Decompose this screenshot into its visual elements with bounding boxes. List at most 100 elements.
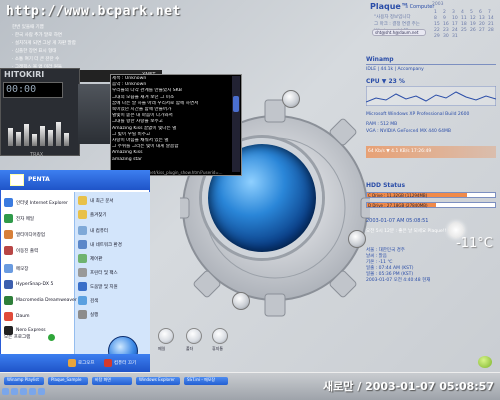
weather-info: 서울 : 대한민국 경주 날씨 : 맑음 기온 : -11 ℃ 일출 : 07:…	[366, 248, 430, 284]
lyrics-text: 제목 : Unknown 음악 : Unknown 우리들의 다각 관계를 만들…	[112, 76, 232, 174]
calendar-day: 7	[488, 10, 491, 15]
calendar-day: 23	[443, 28, 449, 33]
network-info: 64 Kb/s ▼ 4.1 KB/s 17:26:49	[368, 149, 432, 154]
menu-item-dreamweaver[interactable]: Macromedia Dreamweaver MX	[4, 296, 85, 305]
menu-item-notepad[interactable]: 메모장	[4, 264, 28, 273]
calendar-day: 10	[452, 16, 458, 21]
calendar-day: 9	[443, 16, 446, 21]
menu-item-media[interactable]: 멀티미디어창업	[4, 230, 45, 239]
star-icon	[78, 210, 87, 219]
player-tag: TRAX	[30, 152, 44, 158]
taskbar-clock[interactable]: 새로만 / 2003-01-07 05:08:57	[323, 378, 494, 394]
calendar-day: 5	[470, 10, 473, 15]
memo-line: · 한국 사람 추가 말로 하면	[12, 33, 62, 38]
eq-slider[interactable]	[8, 128, 13, 146]
player-title: HITOKIRI	[4, 70, 45, 79]
eq-slider[interactable]	[48, 130, 53, 146]
equalizer[interactable]	[8, 120, 72, 146]
dreamweaver-icon	[4, 296, 13, 305]
menu-item-my-computer[interactable]: 내 컴퓨터	[78, 226, 108, 235]
plaque-line: 그 마크 : 결정 연결 주는	[374, 22, 420, 27]
calendar-day: 3	[452, 10, 455, 15]
calendar-day: 15	[434, 22, 440, 27]
menu-item-help[interactable]: 도움말 및 지원	[78, 282, 118, 291]
quick-launch-icon[interactable]	[11, 388, 18, 395]
menu-item-ie[interactable]: 인터넷 Internet Explorer	[4, 198, 68, 207]
gear-button-bottom[interactable]	[232, 292, 250, 310]
eq-slider[interactable]	[64, 133, 69, 146]
menu-item-printers[interactable]: 프린터 및 팩스	[78, 268, 118, 277]
internet-explorer-icon	[4, 198, 13, 207]
menu-item-control-panel[interactable]: 제어판	[78, 254, 102, 263]
temperature: -11°C	[456, 236, 493, 251]
eq-slider[interactable]	[32, 134, 37, 146]
gear-button-right[interactable]	[348, 230, 366, 248]
calendar-day: 18	[461, 22, 467, 27]
all-programs-button[interactable]: 모든 프로그램	[4, 334, 30, 340]
desktop-icon[interactable]	[212, 328, 228, 344]
menu-item-run[interactable]: 실행	[78, 310, 98, 319]
menu-item-favorites[interactable]: 즐겨찾기	[78, 210, 107, 219]
shutdown-button[interactable]: 컴퓨터 끄기	[104, 358, 136, 368]
taskbar-item[interactable]: Windows Explorer	[136, 377, 180, 385]
winamp-status: IDLE | 44.1k | Accompany	[366, 67, 424, 72]
eq-slider[interactable]	[24, 124, 29, 146]
menu-item-recent-docs[interactable]: 내 최근 문서	[78, 196, 114, 205]
desktop-icon-label: 폴더	[186, 346, 194, 351]
user-name: PENTA	[28, 176, 50, 183]
plaque-email[interactable]: sht@sht.h@daum.net	[372, 29, 426, 36]
menu-item-mail[interactable]: 전자 메일	[4, 214, 34, 223]
cpu-usage: CPU ▼ 23 %	[366, 78, 405, 85]
desktop-memo: 한번 있을때 기쁨 · 한국 사람 추가 말로 하면 · 설치하게 되면 그냥 …	[12, 24, 112, 72]
calendar-day: 29	[434, 34, 440, 39]
calendar-day: 11	[461, 16, 467, 21]
calendar-day: 16	[443, 22, 449, 27]
desktop-icon[interactable]	[186, 328, 202, 344]
calendar-day: 6	[479, 10, 482, 15]
memo-line: · 심플한 장면 표시 형태	[12, 49, 57, 54]
menu-item-search[interactable]: 검색	[78, 296, 98, 305]
gear-button-top[interactable]	[282, 90, 300, 108]
calendar-day: 24	[452, 28, 458, 33]
eq-slider[interactable]	[16, 132, 21, 146]
computer-icon	[78, 226, 87, 235]
site-url: http://www.bcpark.net	[6, 4, 181, 19]
taskbar-item[interactable]: Winamp Playlist	[4, 377, 44, 385]
eq-slider[interactable]	[40, 126, 45, 146]
weather-line: 2003-01-07 오전 4:40:48 현재	[366, 278, 431, 283]
menu-item-network[interactable]: 내 네트워크 환경	[78, 240, 122, 249]
menu-item-daum[interactable]: Daum	[4, 312, 29, 321]
quick-launch-icon[interactable]	[38, 388, 45, 395]
eq-slider[interactable]	[56, 122, 61, 146]
taskbar-item[interactable]: SST.ini - 메모장	[184, 377, 228, 385]
folder-icon	[78, 196, 87, 205]
mail-icon	[4, 214, 13, 223]
power-icon	[104, 359, 112, 367]
calendar-day: 22	[434, 28, 440, 33]
desktop-icon[interactable]	[158, 328, 174, 344]
frog-icon[interactable]	[478, 356, 492, 368]
greeting: 오전 5시 12분 : 좋은 날 되세요 Plaque!!	[366, 229, 447, 234]
quick-launch-icon[interactable]	[2, 388, 9, 395]
taskbar-item[interactable]: 바탕 화면	[92, 377, 132, 385]
quick-launch-icon[interactable]	[20, 388, 27, 395]
daum-icon	[4, 312, 13, 321]
logoff-button[interactable]: 로그오프	[68, 358, 95, 368]
calendar-day: 2	[443, 10, 446, 15]
player-time: 00:00	[6, 84, 37, 95]
menu-item-print[interactable]: 이동진 출력	[4, 246, 38, 255]
hdd-title: HDD Status	[366, 182, 406, 189]
taskbar-item[interactable]: Plaque_Sample	[48, 377, 88, 385]
hdd-label-d: D Drive : 27.18GB (27840MB)	[368, 203, 428, 208]
lyrics-scroll-thumb[interactable]	[233, 96, 239, 112]
network-icon	[78, 240, 87, 249]
winamp-title: Winamp	[366, 56, 394, 63]
calendar-day: 31	[452, 34, 458, 39]
menu-item-hypersnap[interactable]: HyperSnap-DX 5	[4, 280, 53, 289]
plaque-line: "사용자 정보입니다	[374, 15, 411, 20]
ram-info: RAM : 512 MB	[366, 122, 398, 127]
lyrics-scrollbar[interactable]	[232, 76, 240, 172]
quick-launch-icon[interactable]	[29, 388, 36, 395]
user-avatar	[10, 174, 24, 186]
logoff-icon	[68, 359, 76, 367]
